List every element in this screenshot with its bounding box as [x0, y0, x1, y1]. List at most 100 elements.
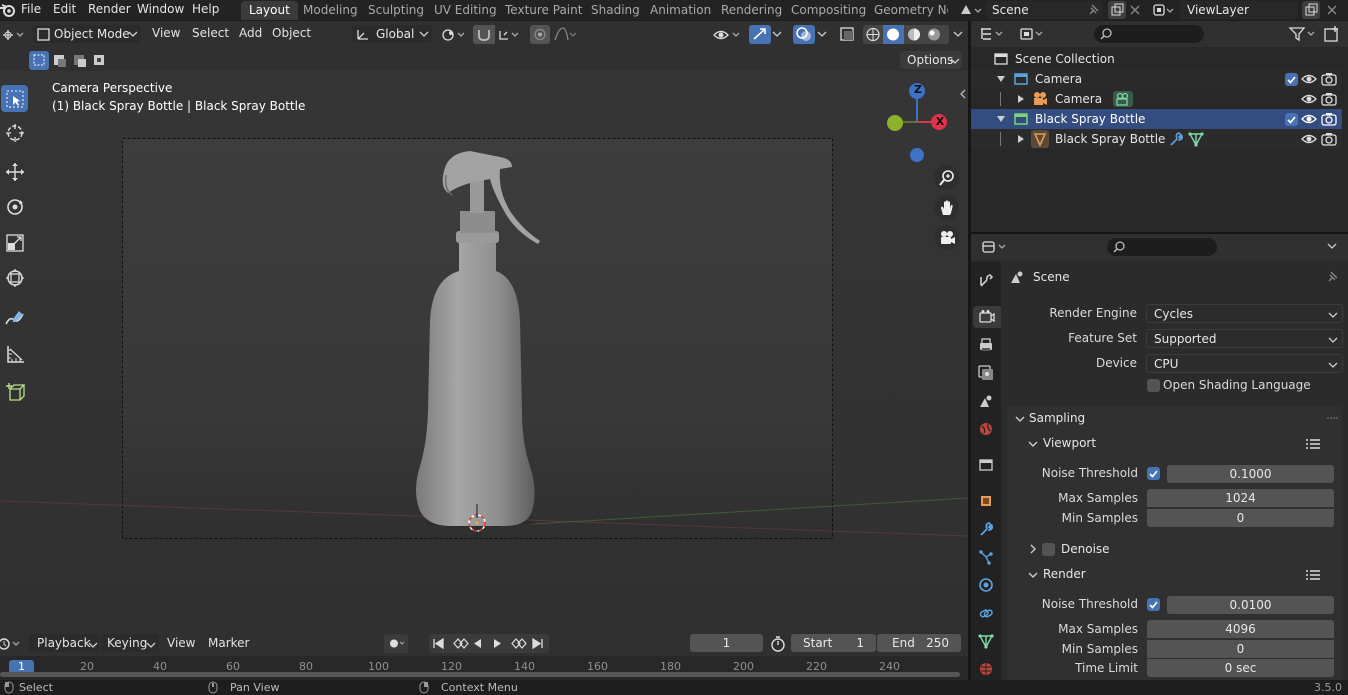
render-max-samples-field[interactable]: 4096 [1147, 620, 1334, 638]
area-divider[interactable] [968, 21, 971, 680]
outliner-row-camera-object[interactable]: Camera [971, 89, 1342, 109]
scene-icon[interactable] [958, 2, 982, 18]
render-engine-dropdown[interactable]: Cycles [1146, 304, 1343, 323]
material-tab-icon[interactable] [975, 658, 997, 680]
cursor-tool-icon[interactable] [1, 119, 28, 146]
new-viewlayer-icon[interactable] [1302, 1, 1320, 19]
select-box-tool-icon[interactable] [1, 85, 28, 112]
filter-icon[interactable] [1288, 25, 1318, 43]
tool-tab-icon[interactable] [975, 270, 997, 292]
editor-type-icon[interactable] [0, 26, 26, 44]
chevron-down-icon[interactable] [816, 30, 828, 38]
tab-rendering[interactable]: Rendering [713, 1, 790, 20]
record-icon[interactable] [384, 634, 408, 653]
tab-animation[interactable]: Animation [642, 1, 719, 20]
osl-checkbox[interactable] [1147, 379, 1160, 392]
menu-add[interactable]: Add [239, 26, 262, 40]
menu-window[interactable]: Window [137, 1, 184, 19]
outliner-row-spray-bottle-collection[interactable]: Black Spray Bottle [971, 109, 1342, 129]
chevron-down-icon[interactable] [771, 30, 783, 38]
collapse-sidebar-icon[interactable] [958, 88, 968, 100]
annotate-tool-icon[interactable] [1, 304, 28, 331]
add-cube-tool-icon[interactable] [1, 379, 28, 406]
outliner-row-camera-collection[interactable]: Camera [971, 69, 1342, 89]
chevron-down-icon[interactable] [1326, 242, 1338, 250]
transform-tool-icon[interactable] [1, 264, 28, 291]
tab-modeling[interactable]: Modeling [295, 1, 366, 20]
device-dropdown[interactable]: CPU [1146, 354, 1343, 373]
world-tab-icon[interactable] [975, 418, 997, 440]
time-limit-field[interactable]: 0 sec [1147, 659, 1334, 677]
viewlayer-icon[interactable] [1152, 1, 1176, 19]
presets-list-icon[interactable] [1305, 437, 1321, 451]
scene-selector[interactable]: Scene [986, 1, 1103, 19]
eye-icon[interactable] [1301, 131, 1317, 147]
close-viewlayer-icon[interactable] [1325, 3, 1339, 17]
render-camera-icon[interactable] [1321, 91, 1337, 107]
new-collection-icon[interactable] [1323, 25, 1341, 43]
display-mode-icon[interactable] [1019, 26, 1047, 42]
rotate-tool-icon[interactable] [1, 193, 28, 220]
menu-help[interactable]: Help [192, 1, 219, 19]
pin-icon[interactable] [1326, 270, 1340, 284]
tab-geometry-nodes[interactable]: Geometry Noc [866, 1, 948, 20]
view-layer-tab-icon[interactable] [975, 362, 997, 384]
tab-layout[interactable]: Layout [241, 1, 298, 20]
render-noise-threshold-checkbox[interactable] [1147, 598, 1160, 611]
properties-editor-type-icon[interactable] [981, 239, 1011, 255]
physics-tab-icon[interactable] [975, 574, 997, 596]
falloff-icon[interactable] [553, 26, 581, 44]
menu-view[interactable]: View [152, 26, 180, 40]
new-scene-icon[interactable] [1108, 1, 1126, 19]
modifier-tab-icon[interactable] [975, 518, 997, 540]
area-divider[interactable] [971, 232, 1348, 234]
move-tool-icon[interactable] [1, 158, 28, 185]
viewport-noise-threshold-field[interactable]: 0.1000 [1167, 465, 1334, 483]
timeline-menu-marker[interactable]: Marker [208, 636, 249, 650]
viewport-subpanel-header[interactable]: Viewport [1011, 433, 1341, 455]
close-icon[interactable] [1128, 3, 1142, 17]
tab-uv-editing[interactable]: UV Editing [426, 1, 505, 20]
expand-arrow-icon[interactable] [996, 74, 1006, 84]
viewport-noise-threshold-checkbox[interactable] [1147, 467, 1160, 480]
pin-icon[interactable] [1087, 3, 1101, 17]
stopwatch-icon[interactable] [769, 635, 787, 652]
eye-icon[interactable] [1301, 71, 1317, 87]
pan-hand-icon[interactable] [934, 195, 959, 220]
timeline-menu-view[interactable]: View [167, 636, 195, 650]
blender-logo-icon[interactable] [0, 1, 16, 19]
object-tab-icon[interactable] [975, 490, 997, 512]
xray-toggle-icon[interactable] [838, 25, 858, 44]
exclude-checkbox[interactable] [1285, 73, 1298, 86]
collection-tab-icon[interactable] [975, 454, 997, 476]
chevron-down-icon[interactable] [952, 30, 964, 38]
outliner-search-input[interactable] [1094, 25, 1204, 43]
menu-select[interactable]: Select [192, 26, 229, 40]
current-frame-field[interactable]: 1 [690, 634, 763, 652]
menu-object[interactable]: Object [272, 26, 311, 40]
presets-list-icon[interactable] [1305, 568, 1321, 582]
drag-handle-icon[interactable] [1326, 416, 1338, 422]
pivot-point-icon[interactable] [440, 26, 468, 44]
output-tab-icon[interactable] [975, 334, 997, 356]
viewport-canvas[interactable] [0, 71, 968, 631]
properties-search-input[interactable] [1107, 238, 1217, 256]
snap-toggle-icon[interactable] [473, 25, 495, 44]
mesh-data-icon[interactable] [1188, 131, 1204, 147]
render-tab-icon[interactable] [973, 306, 1001, 328]
camera-view-icon[interactable] [934, 225, 959, 250]
gizmo-toggle-icon[interactable] [749, 25, 771, 44]
render-noise-threshold-field[interactable]: 0.0100 [1167, 596, 1334, 614]
data-tab-icon[interactable] [975, 630, 997, 652]
scene-tab-icon[interactable] [975, 390, 997, 412]
wrench-modifier-icon[interactable] [1168, 131, 1184, 147]
sampling-panel-header[interactable]: Sampling [1007, 406, 1342, 432]
scale-tool-icon[interactable] [1, 229, 28, 256]
viewlayer-selector[interactable]: ViewLayer [1180, 1, 1298, 19]
outliner-row-spray-bottle-object[interactable]: Black Spray Bottle [971, 129, 1342, 149]
expand-arrow-icon[interactable] [996, 114, 1006, 124]
eye-icon[interactable] [1301, 111, 1317, 127]
menu-render[interactable]: Render [88, 1, 131, 19]
render-camera-icon[interactable] [1321, 71, 1337, 87]
particles-tab-icon[interactable] [975, 546, 997, 568]
